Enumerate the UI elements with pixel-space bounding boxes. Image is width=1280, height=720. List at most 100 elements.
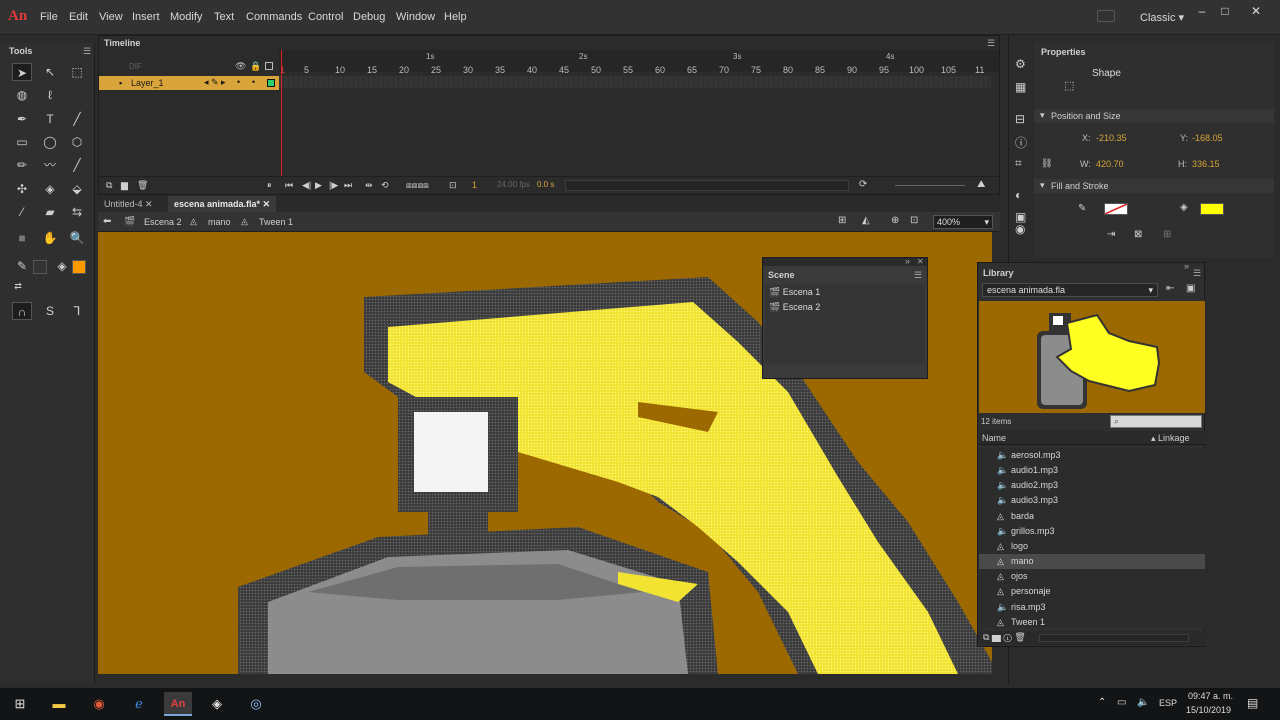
panel-menu-icon[interactable]: ☰	[987, 38, 995, 49]
lock-dot[interactable]: •	[252, 77, 255, 87]
panel-menu-icon[interactable]: ☰	[914, 270, 922, 281]
app-icon[interactable]: ◈	[203, 692, 231, 716]
lock-ratio-icon[interactable]: ⛓	[1041, 158, 1052, 169]
subselection-tool-icon[interactable]: ↖	[40, 63, 60, 81]
loop-playback-icon[interactable]: ⟲	[381, 180, 389, 191]
panel-menu-icon[interactable]: ☰	[1193, 268, 1201, 279]
menu-file[interactable]: File	[40, 11, 58, 23]
menu-insert[interactable]: Insert	[132, 11, 160, 23]
list-item[interactable]: 🔈 aerosol.mp3	[979, 448, 1205, 463]
center-stage-icon[interactable]: ⊕	[891, 215, 899, 226]
list-item[interactable]: 🔈 grillos.mp3	[979, 524, 1205, 539]
width-tool-icon[interactable]: ⇆	[67, 203, 87, 221]
bone-tool-icon[interactable]: ✣	[12, 180, 32, 198]
first-frame-icon[interactable]: ⏮	[285, 180, 293, 191]
windows-start-icon[interactable]: ⊞	[6, 692, 34, 716]
next-frame-icon[interactable]: |▶	[329, 180, 338, 191]
delete-layer-icon[interactable]: 🗑	[137, 180, 148, 191]
list-item[interactable]: ◬ Tween 1	[979, 615, 1205, 630]
volume-icon[interactable]: 🔈	[1137, 697, 1149, 708]
scale-icon[interactable]: ⊞	[1163, 229, 1171, 240]
selection-tool-icon[interactable]: ➤	[12, 63, 32, 81]
edge-icon[interactable]: ℯ	[125, 692, 153, 716]
eyedropper-icon[interactable]: ⁄	[12, 203, 32, 221]
new-folder-icon[interactable]: ▆	[121, 180, 128, 191]
library-icon[interactable]: ▦	[1015, 80, 1026, 94]
file-explorer-icon[interactable]: ▬	[45, 692, 73, 716]
menu-window[interactable]: Window	[396, 11, 435, 23]
zoom-tool-icon[interactable]: 🔍	[67, 229, 87, 247]
menu-help[interactable]: Help	[444, 11, 467, 23]
list-item[interactable]: ◬ logo	[979, 539, 1205, 554]
line-tool-icon[interactable]: ╱	[67, 110, 87, 128]
network-icon[interactable]: ▭	[1117, 697, 1126, 708]
menu-view[interactable]: View	[99, 11, 123, 23]
mountain-icon[interactable]: ⛰	[977, 179, 985, 190]
fill-color-swatch[interactable]	[1200, 203, 1224, 215]
ink-bottle-icon[interactable]: ⬙	[67, 180, 87, 198]
brush-tool-icon[interactable]: 〰	[40, 156, 60, 174]
list-item[interactable]: ◬ barda	[979, 509, 1205, 524]
workspace-switcher[interactable]: Classic ▾	[1140, 11, 1184, 24]
stroke-color-icon[interactable]: ✎	[12, 257, 32, 275]
free-transform-icon[interactable]: ⬚	[67, 63, 87, 81]
library-hscroll[interactable]	[1039, 634, 1189, 642]
scene-panel-header[interactable]	[763, 258, 927, 266]
list-item[interactable]: 🔈 audio2.mp3	[979, 478, 1205, 493]
clip-icon[interactable]: ⊞	[838, 215, 846, 226]
notifications-icon[interactable]: ▤	[1247, 696, 1258, 710]
pencil-tool-icon[interactable]: ✏	[12, 156, 32, 174]
info-icon[interactable]: ⓘ	[1015, 134, 1027, 151]
close-icon[interactable]: ✕	[917, 257, 924, 266]
cap-icon[interactable]: ⇥	[1107, 229, 1115, 240]
3d-rotation-icon[interactable]: ◍	[12, 86, 32, 104]
clip-content-icon[interactable]: ⊡	[910, 215, 918, 226]
x-value[interactable]: -210.35	[1096, 133, 1127, 143]
pin-icon[interactable]: ⇤	[1166, 283, 1174, 294]
frame-rate[interactable]: 24.00 fps	[497, 180, 530, 189]
visibility-dot[interactable]: •	[237, 77, 240, 87]
onion-skin-icon[interactable]: ⧈⧈⧈⧈	[406, 180, 429, 191]
paint-brush-icon[interactable]: ╱	[67, 156, 87, 174]
playhead[interactable]	[281, 50, 282, 176]
new-library-icon[interactable]: ▣	[1186, 283, 1195, 294]
collapse-icon[interactable]: »	[1184, 261, 1189, 271]
tab-escena-animada[interactable]: escena animada.fla* ✕	[168, 196, 277, 212]
scene-item-escena-1[interactable]: 🎬 Escena 1	[769, 287, 820, 298]
zoom-select[interactable]: 400% ▾	[933, 215, 993, 229]
list-item[interactable]: 🔈 audio1.mp3	[979, 463, 1205, 478]
menu-control[interactable]: Control	[308, 11, 343, 23]
list-item[interactable]: ◬ mano	[979, 554, 1205, 569]
language-indicator[interactable]: ESP	[1159, 698, 1177, 708]
camera-tool-icon[interactable]: ■	[12, 229, 32, 247]
list-item[interactable]: ◬ personaje	[979, 584, 1205, 599]
lasso-tool-icon[interactable]: ℓ	[40, 86, 60, 104]
smooth-icon[interactable]: S	[40, 302, 60, 320]
motion-editor-icon[interactable]: ⚙	[1015, 57, 1026, 71]
fill-color-icon[interactable]: ◈	[52, 257, 72, 275]
paint-bucket-icon[interactable]: ◈	[40, 180, 60, 198]
center-frame-icon[interactable]: ⇹	[365, 180, 373, 191]
frame-track[interactable]	[279, 76, 991, 88]
last-frame-icon[interactable]: ⏭	[344, 180, 352, 191]
breadcrumb-tween[interactable]: Tween 1	[259, 217, 293, 227]
menu-modify[interactable]: Modify	[170, 11, 202, 23]
edit-scene-icon[interactable]: ◭	[862, 215, 870, 226]
back-arrow-icon[interactable]: ⬅	[103, 216, 111, 227]
timeline-hscroll[interactable]	[565, 180, 849, 191]
menu-commands[interactable]: Commands	[246, 11, 302, 23]
visibility-icon[interactable]: 👁	[235, 61, 246, 72]
section-position-size[interactable]: ▾ Position and Size	[1034, 109, 1274, 123]
stroke-swatch[interactable]	[33, 260, 47, 274]
rectangle-tool-icon[interactable]: ▭	[12, 133, 32, 151]
stroke-color-swatch[interactable]	[1104, 203, 1128, 215]
play-icon[interactable]: ▶	[315, 180, 322, 191]
media-icon[interactable]: ◎	[242, 692, 270, 716]
pen-tool-icon[interactable]: ✒	[12, 110, 32, 128]
sync-icon[interactable]	[1097, 10, 1115, 22]
library-document-select[interactable]: escena animada.fla ▾	[982, 283, 1158, 297]
col-name[interactable]: Name	[982, 433, 1006, 443]
timeline-zoom-slider[interactable]	[895, 185, 965, 186]
h-value[interactable]: 336.15	[1192, 159, 1220, 169]
new-symbol-icon[interactable]: ⧉ ▆ ⓘ 🗑	[983, 632, 1026, 643]
